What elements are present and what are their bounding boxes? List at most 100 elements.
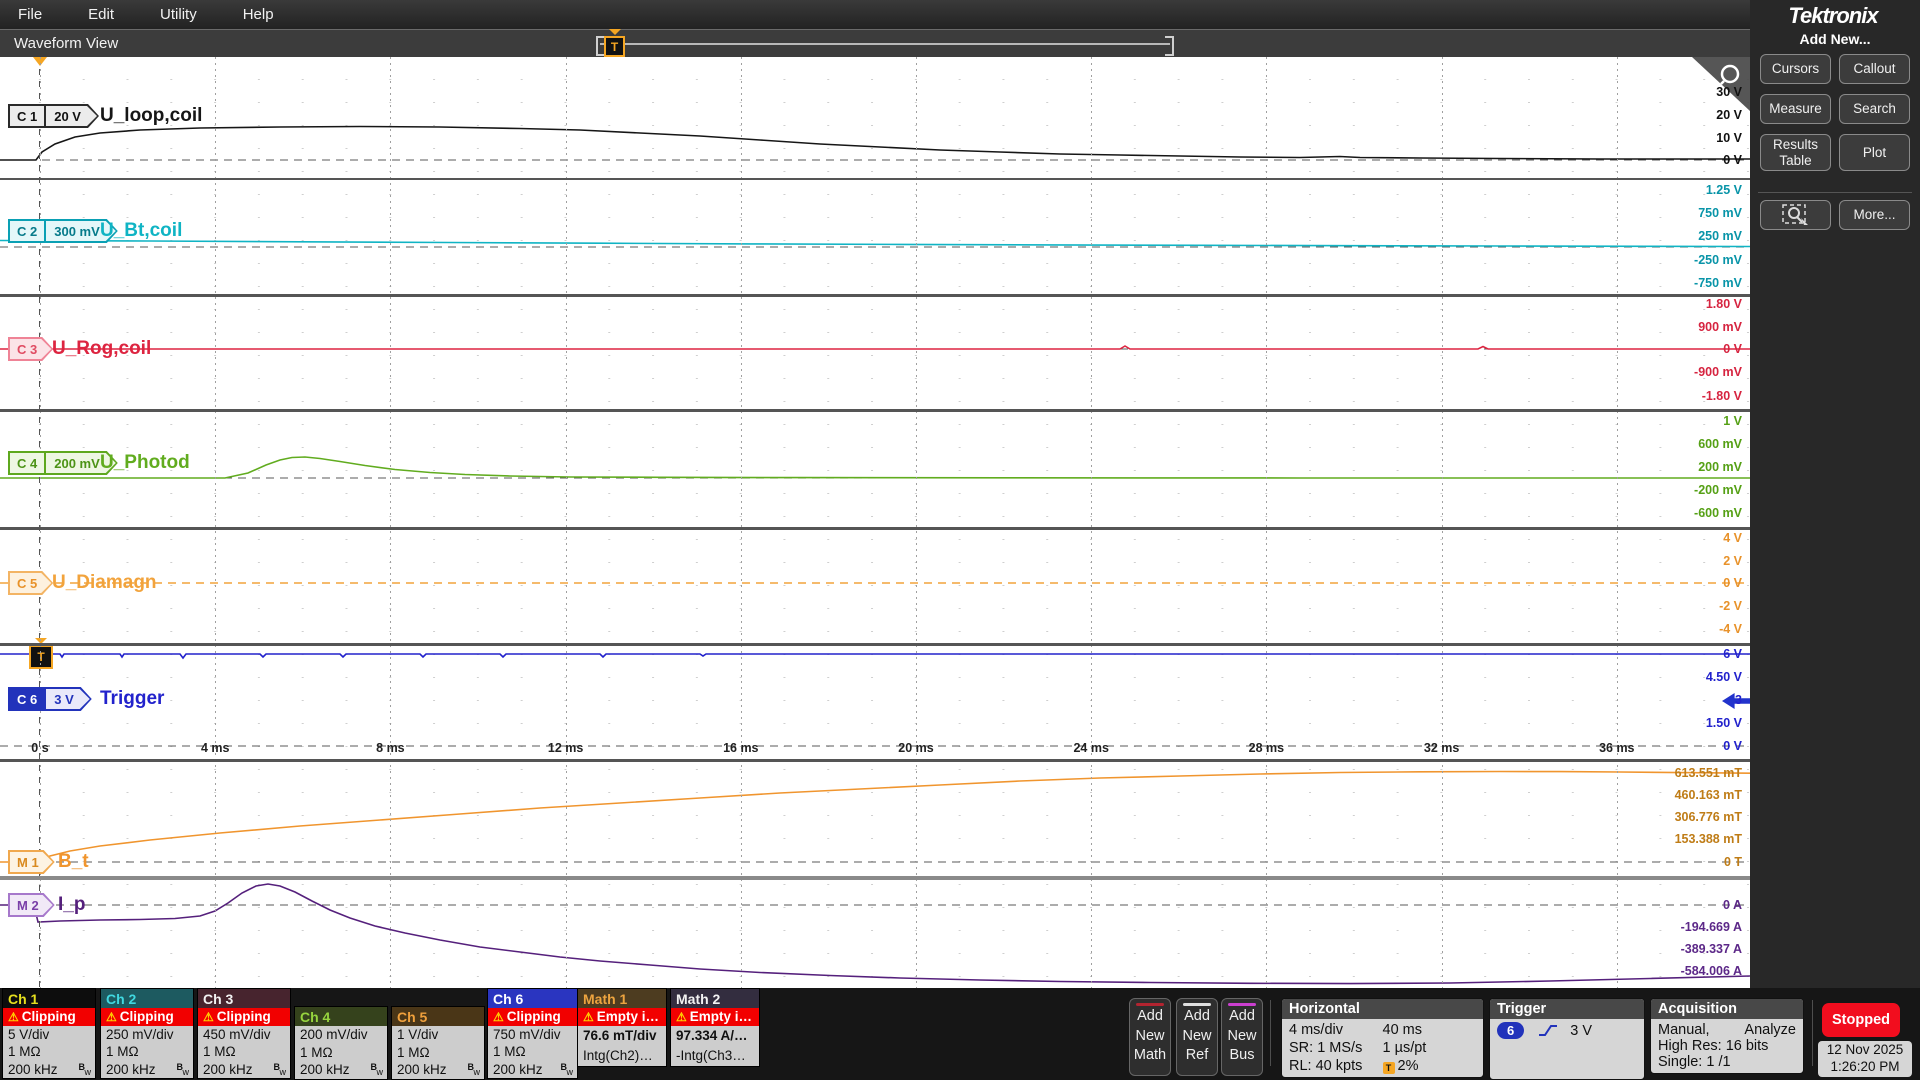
bottom-badge-math1[interactable]: Math 1 ⚠ Empty i… 76.6 mT/div Intg(Ch2)…	[577, 988, 667, 1067]
badge-row: ⚠ Empty i…	[671, 1008, 759, 1026]
zoom-select-button[interactable]	[1760, 200, 1831, 230]
callout-button[interactable]: Callout	[1839, 54, 1910, 84]
channel-label-I_p[interactable]: I_p	[58, 894, 85, 916]
badge-row: 200 kHz Bw	[198, 1060, 290, 1078]
badge-id: C 1	[17, 108, 38, 124]
badge-row: ⚠ Clipping	[198, 1008, 290, 1026]
axis-label: 20 V	[1716, 108, 1742, 122]
menu-edit[interactable]: Edit	[88, 6, 114, 23]
badge-id: C 2	[17, 223, 38, 239]
time-axis-label: 4 ms	[200, 741, 230, 755]
plot-button[interactable]: Plot	[1839, 134, 1910, 172]
grid-division-line	[1441, 57, 1443, 988]
slice-divider	[0, 876, 1750, 880]
grid-division-line	[916, 57, 917, 988]
bottom-badge-ch2[interactable]: Ch 2 ⚠ Clipping 250 mV/div 1 MΩ 200 kHz Bw	[100, 988, 194, 1079]
more-button[interactable]: More...	[1839, 200, 1910, 230]
bandwidth-marker: w	[84, 1066, 92, 1077]
panel-separator	[1758, 192, 1912, 193]
axis-label: 3	[1735, 693, 1742, 707]
badge-row: 450 mV/div	[198, 1025, 290, 1043]
measure-button[interactable]: Measure	[1760, 94, 1831, 124]
badge-header: Ch 3	[198, 989, 290, 1008]
horizontal-panel[interactable]: Horizontal 4 ms/div 40 ms SR: 1 MS/s 1 µ…	[1281, 998, 1484, 1078]
channel-badge-c1[interactable]: C 1 20 V	[8, 104, 99, 128]
acquisition-minimap[interactable]: T	[596, 36, 1174, 57]
trace-U_loop,coil	[0, 125, 1750, 161]
channel-label-U_Rog,coil[interactable]: U_Rog,coil	[52, 338, 151, 360]
bottom-bar: Ch 1 ⚠ Clipping 5 V/div 1 MΩ 200 kHz Bw Ch 2 ⚠ Cl…	[0, 988, 1920, 1080]
search-button[interactable]: Search	[1839, 94, 1910, 124]
trigger-position-flag-icon[interactable]: T	[604, 36, 625, 57]
badge-row: 1 V/div	[392, 1026, 484, 1044]
menu-file[interactable]: File	[18, 6, 42, 23]
badge-row: 1 MΩ	[101, 1043, 193, 1061]
channel-label-U_Bt,coil[interactable]: U_Bt,coil	[100, 220, 182, 242]
datetime-badge: 12 Nov 2025 1:26:20 PM	[1818, 1041, 1912, 1077]
waveform-plot[interactable]: T C 1 20 V U_loop,coil 30 V 20 V 10 V0 VC 2 30…	[0, 57, 1750, 988]
badge-row: 76.6 mT/div	[578, 1025, 666, 1046]
rising-edge-icon	[1539, 1025, 1558, 1036]
horizontal-window: 40 ms	[1382, 1022, 1423, 1038]
channel-label-U_loop,coil[interactable]: U_loop,coil	[100, 105, 202, 127]
channel-label-U_Photod[interactable]: U_Photod	[100, 452, 190, 474]
axis-label: -600 mV	[1694, 506, 1742, 520]
bottom-badge-math2[interactable]: Math 2 ⚠ Empty i… 97.334 A/… -Intg(Ch3…	[670, 988, 760, 1067]
badge-body: C 3	[10, 339, 51, 359]
axis-label: 4.50 V	[1705, 670, 1742, 684]
axis-label: -2 V	[1719, 599, 1742, 613]
axis-label: 0 A	[1723, 898, 1742, 912]
separator	[1270, 1000, 1271, 1066]
waveform-view-titlebar: Waveform View T	[0, 29, 1750, 57]
trigger-level-t-icon[interactable]: T	[29, 645, 53, 669]
bottom-badge-ch3[interactable]: Ch 3 ⚠ Clipping 450 mV/div 1 MΩ 200 kHz Bw	[197, 988, 291, 1079]
bandwidth-marker: w	[376, 1067, 384, 1077]
grid-division-line	[1091, 57, 1093, 988]
axis-label: -1.80 V	[1701, 389, 1742, 403]
menu-help[interactable]: Help	[243, 6, 274, 23]
bottom-badge-ch6[interactable]: Ch 6 ⚠ Clipping 750 mV/div 1 MΩ 200 kHz Bw	[487, 988, 578, 1079]
time-axis-label: 0 s	[31, 741, 49, 755]
results-table-button[interactable]: Results Table	[1760, 134, 1831, 172]
channel-badge-c6[interactable]: C 63 V	[8, 687, 92, 711]
badge-id: M 2	[17, 897, 39, 913]
add-new-bus-button[interactable]: Add New Bus	[1221, 998, 1263, 1076]
badge-row: 5 V/div	[3, 1025, 95, 1043]
warning-icon: ⚠	[493, 1009, 504, 1024]
axis-label: 0 T	[1723, 855, 1742, 869]
grid-division-line	[740, 57, 742, 988]
axis-label: 0 V	[1723, 153, 1742, 167]
bottom-badge-ch5[interactable]: Ch 51 V/div 1 MΩ 200 kHz Bw	[391, 1006, 485, 1080]
channel-label-Trigger[interactable]: Trigger	[100, 688, 164, 710]
trace-Trigger	[0, 653, 1750, 660]
axis-label: 6 V	[1723, 647, 1742, 661]
channel-label-U_Diamagn[interactable]: U_Diamagn	[52, 572, 157, 594]
badge-row: 1 MΩ	[488, 1043, 577, 1061]
horizontal-scale: 4 ms/div	[1289, 1022, 1343, 1038]
channel-label-B_t[interactable]: B_t	[58, 851, 89, 873]
cursors-button[interactable]: Cursors	[1760, 54, 1831, 84]
run-stop-status-button[interactable]: Stopped	[1822, 1003, 1900, 1037]
bottom-badge-ch1[interactable]: Ch 1 ⚠ Clipping 5 V/div 1 MΩ 200 kHz Bw	[2, 988, 96, 1079]
trigger-panel[interactable]: Trigger 6 3 V	[1489, 998, 1645, 1080]
acquisition-panel[interactable]: Acquisition Manual, Analyze High Res: 16…	[1650, 998, 1804, 1074]
badge-row: 200 kHz Bw	[101, 1060, 193, 1078]
add-new-math-button[interactable]: Add New Math	[1129, 998, 1171, 1076]
bottom-badge-ch4[interactable]: Ch 4 200 mV/div 1 MΩ 200 kHz Bw	[294, 1006, 388, 1080]
trace-I_p	[0, 883, 1750, 985]
axis-label: 200 mV	[1698, 460, 1742, 474]
badge-scale: 20 V	[44, 106, 97, 126]
add-new-ref-button[interactable]: Add New Ref	[1176, 998, 1218, 1076]
axis-label: 153.388 mT	[1674, 832, 1742, 846]
grid-division-line	[565, 57, 567, 988]
zoom-select-icon	[1781, 204, 1808, 225]
minimap-right-bracket[interactable]	[1165, 36, 1174, 56]
time-axis-label: 20 ms	[898, 741, 934, 755]
menu-utility[interactable]: Utility	[160, 6, 197, 23]
axis-label: 1.80 V	[1705, 297, 1742, 311]
badge-row: 200 kHz Bw	[3, 1060, 95, 1078]
time-axis-label: 24 ms	[1073, 741, 1109, 755]
minimap-line	[600, 43, 1170, 45]
grid-division-line	[1616, 57, 1618, 988]
record-length: RL: 40 kpts	[1289, 1058, 1363, 1074]
